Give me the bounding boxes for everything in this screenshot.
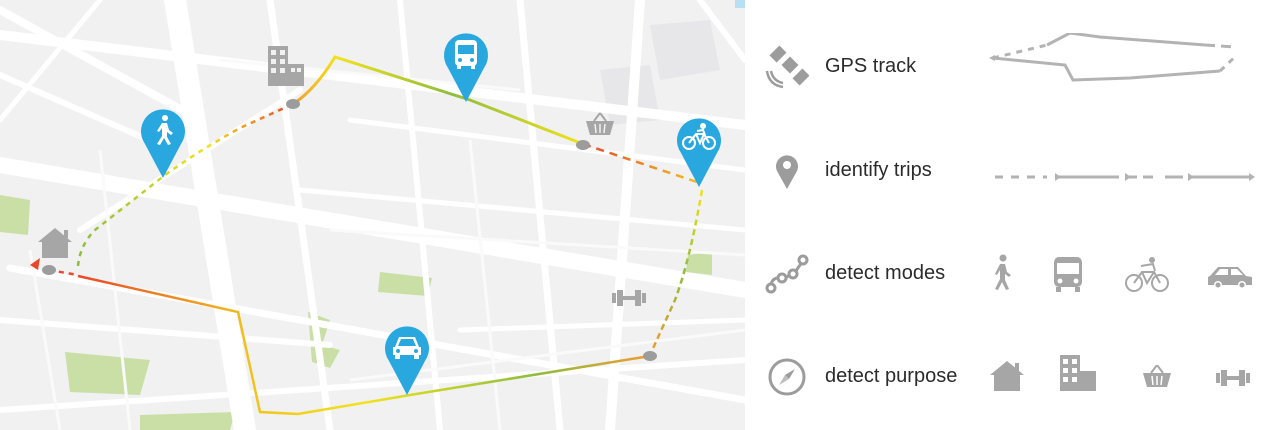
- route-nodes-icon: [765, 254, 809, 294]
- compass-icon: [768, 358, 806, 396]
- map-canvas: [0, 0, 745, 430]
- shopping-basket-icon: [1143, 365, 1171, 387]
- legend-row-detect-modes: detect modes: [745, 240, 1262, 310]
- trip-segments-demo: [995, 173, 1255, 181]
- legend-row-identify-trips: identify trips: [745, 137, 1262, 207]
- legend-row-gps-track: GPS track: [745, 33, 1262, 103]
- gps-track-demo: [989, 33, 1239, 82]
- satellite-icon: [765, 45, 809, 89]
- office-building-icon: [1060, 355, 1096, 391]
- dumbbell-icon: [612, 290, 646, 306]
- purpose-icons: [990, 343, 1262, 413]
- home-icon: [38, 228, 72, 258]
- legend-label-gps-track: GPS track: [825, 55, 917, 77]
- bicycle-icon: [1125, 257, 1169, 292]
- bus-icon: [1054, 257, 1082, 292]
- walking-icon: [995, 254, 1011, 290]
- legend-label-detect-modes: detect modes: [825, 262, 946, 284]
- legend-label-identify-trips: identify trips: [825, 159, 932, 181]
- bus-icon: [455, 40, 477, 69]
- office-building-icon: [268, 46, 304, 86]
- car-icon: [1208, 267, 1252, 289]
- home-icon: [990, 361, 1024, 391]
- water-corner: [735, 0, 745, 8]
- legend-label-detect-purpose: detect purpose: [825, 365, 958, 387]
- trip-map: [0, 0, 745, 430]
- legend-row-detect-purpose: detect purpose: [745, 343, 1262, 413]
- mode-icons: [990, 240, 1262, 310]
- dumbbell-icon: [1216, 370, 1250, 386]
- legend-panel: GPS track identify trips detect modes de…: [745, 0, 1262, 430]
- location-pin-icon: [776, 155, 798, 189]
